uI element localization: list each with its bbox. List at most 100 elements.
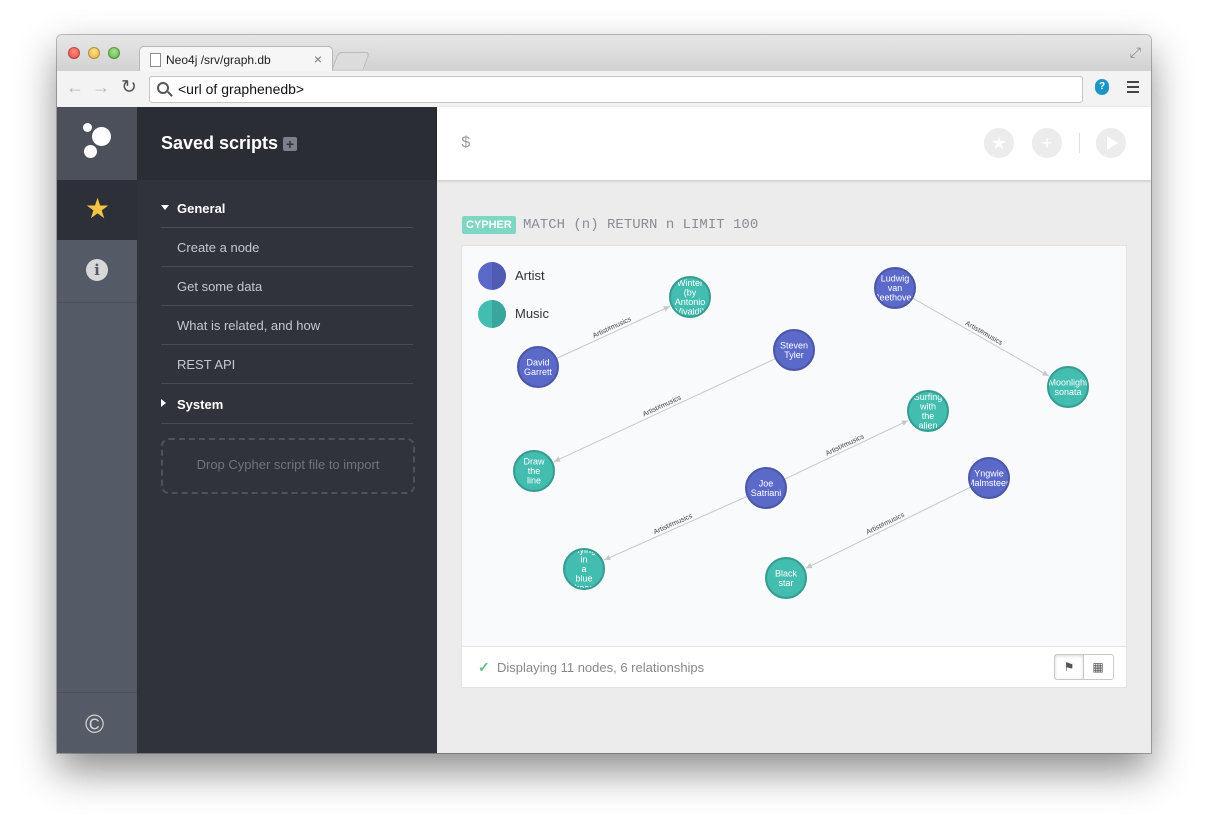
relationship-line[interactable] bbox=[805, 486, 972, 569]
graph-node[interactable]: DavidGarrett bbox=[517, 346, 559, 388]
node-label: Yngwie bbox=[974, 468, 1004, 478]
node-label: Steven bbox=[780, 340, 808, 350]
relationship-label: Artist#musics bbox=[865, 511, 906, 536]
neo4j-logo[interactable] bbox=[57, 107, 137, 180]
folder-label: General bbox=[177, 201, 226, 216]
script-item[interactable]: Get some data bbox=[161, 267, 413, 306]
graph-node[interactable]: JoeSatriani bbox=[745, 467, 787, 509]
graph-node[interactable]: LudwigvanBeethoven bbox=[873, 267, 916, 309]
main-stream: $ ★ + CYPHER MATCH (n) RETURN n LIMIT 10… bbox=[437, 107, 1151, 753]
relationship-line[interactable] bbox=[553, 357, 777, 463]
tab-title: Neo4j /srv/graph.db bbox=[166, 53, 271, 67]
node-label: David bbox=[526, 357, 549, 367]
browser-window: Neo4j /srv/graph.db × ⤢ ← → ↻ <url of gr… bbox=[57, 35, 1151, 753]
node-label: a bbox=[581, 564, 586, 574]
new-query-button[interactable]: + bbox=[1032, 128, 1062, 158]
script-item[interactable]: What is related, and how bbox=[161, 306, 413, 345]
caret-right-icon bbox=[161, 399, 166, 407]
nav-info[interactable]: i bbox=[57, 240, 137, 303]
nav-rail: ★ i © bbox=[57, 107, 137, 753]
node-label: blue bbox=[575, 574, 592, 584]
new-tab-button[interactable] bbox=[331, 52, 371, 69]
result-frame: Artist Music Artist#musics Artist#musics A… bbox=[461, 245, 1127, 688]
graph-node[interactable]: Blackstar bbox=[765, 557, 807, 599]
node-label: Malmsteen bbox=[967, 478, 1011, 488]
hamburger-menu-icon[interactable] bbox=[1127, 81, 1139, 96]
relationship-label: Artist#musics bbox=[825, 433, 866, 457]
relationship-label: Artist#musics bbox=[964, 320, 1004, 347]
run-query-button[interactable] bbox=[1096, 128, 1126, 158]
add-script-icon[interactable]: + bbox=[283, 137, 297, 151]
relationship-line[interactable] bbox=[912, 297, 1050, 377]
node-label: Moonlight bbox=[1048, 377, 1088, 387]
relationship-label: Artist#musics bbox=[592, 316, 633, 340]
tab-close-icon[interactable]: × bbox=[314, 51, 322, 67]
drawer-header: Saved scripts + bbox=[137, 107, 437, 180]
graph-node[interactable]: Surfingwiththealien bbox=[907, 390, 949, 432]
relationship-line[interactable] bbox=[603, 495, 748, 561]
relationship-line[interactable] bbox=[783, 419, 909, 480]
favorite-query-button[interactable]: ★ bbox=[984, 128, 1014, 158]
frame-query[interactable]: MATCH (n) RETURN n LIMIT 100 bbox=[523, 217, 758, 233]
search-icon bbox=[157, 82, 169, 94]
star-icon: ★ bbox=[85, 193, 111, 224]
node-label: Black bbox=[775, 568, 798, 578]
check-icon: ✓ bbox=[478, 659, 490, 675]
drawer-title: Saved scripts bbox=[161, 133, 279, 153]
browser-toolbar: ← → ↻ <url of graphenedb> ? bbox=[57, 71, 1151, 108]
graph-node[interactable]: Flyinginabluedream bbox=[563, 545, 605, 593]
script-label: Get some data bbox=[177, 279, 263, 294]
nav-favorites[interactable]: ★ bbox=[57, 180, 137, 240]
dropzone-text: Drop Cypher script file to import bbox=[196, 457, 380, 472]
status-text: Displaying 11 nodes, 6 relationships bbox=[497, 660, 705, 675]
script-label: What is related, and how bbox=[177, 318, 321, 333]
script-dropzone[interactable]: Drop Cypher script file to import bbox=[161, 438, 415, 494]
copyright-icon: © bbox=[85, 709, 105, 739]
graph-node[interactable]: Moonlightsonata bbox=[1047, 366, 1089, 408]
toolbar-divider bbox=[1079, 133, 1080, 153]
graph-node[interactable]: YngwieMalmsteen bbox=[967, 457, 1011, 499]
forward-icon[interactable]: → bbox=[92, 77, 110, 98]
play-icon bbox=[1107, 136, 1118, 150]
url-text: <url of graphenedb> bbox=[178, 81, 305, 97]
graph-view-icon[interactable]: ⚑ bbox=[1055, 655, 1084, 679]
cypher-badge: CYPHER bbox=[462, 216, 516, 234]
graph-node[interactable]: StevenTyler bbox=[773, 329, 815, 371]
node-label: sonata bbox=[1054, 387, 1081, 397]
view-toggle: ⚑ ▦ bbox=[1054, 654, 1114, 680]
address-bar[interactable]: <url of graphenedb> bbox=[149, 76, 1083, 103]
node-label: line bbox=[527, 476, 541, 486]
folder-system[interactable]: System bbox=[161, 385, 413, 424]
table-view-icon[interactable]: ▦ bbox=[1084, 655, 1112, 679]
graph-visualization[interactable]: Artist Music Artist#musics Artist#musics A… bbox=[462, 246, 1126, 646]
editor-prompt: $ bbox=[461, 134, 471, 152]
node-label: in bbox=[580, 555, 587, 565]
node-label: Satriani bbox=[751, 488, 782, 498]
graph-node[interactable]: Winter(byAntonioVivaldi) bbox=[669, 276, 711, 318]
star-icon: ★ bbox=[990, 133, 1008, 153]
graph-node[interactable]: Drawtheline bbox=[513, 450, 555, 492]
graph-canvas[interactable]: Artist#musics Artist#musics Artist#musics A… bbox=[462, 246, 1126, 646]
reload-icon[interactable]: ↻ bbox=[121, 76, 137, 99]
extension-icon[interactable]: ? bbox=[1095, 79, 1109, 95]
script-item[interactable]: REST API bbox=[161, 345, 413, 384]
zoom-window-button[interactable] bbox=[108, 47, 120, 59]
node-label: Joe bbox=[759, 478, 774, 488]
plus-icon: + bbox=[1041, 133, 1053, 153]
info-icon: i bbox=[86, 259, 108, 281]
back-icon[interactable]: ← bbox=[66, 77, 84, 98]
fullscreen-icon[interactable]: ⤢ bbox=[1130, 44, 1141, 61]
node-label: Tyler bbox=[784, 350, 804, 360]
relationship-line[interactable] bbox=[555, 305, 671, 360]
node-label: with bbox=[919, 401, 936, 411]
script-item[interactable]: Create a node bbox=[161, 228, 413, 267]
nav-about[interactable]: © bbox=[57, 692, 137, 753]
query-editor[interactable]: $ ★ + bbox=[437, 107, 1151, 180]
frame-status-bar: ✓ Displaying 11 nodes, 6 relationships ⚑… bbox=[462, 646, 1126, 687]
folder-general[interactable]: General bbox=[161, 189, 413, 228]
close-window-button[interactable] bbox=[68, 47, 80, 59]
node-label: Garrett bbox=[524, 367, 553, 377]
browser-tab[interactable]: Neo4j /srv/graph.db × bbox=[139, 46, 333, 73]
minimize-window-button[interactable] bbox=[88, 47, 100, 59]
script-label: Create a node bbox=[177, 240, 260, 255]
